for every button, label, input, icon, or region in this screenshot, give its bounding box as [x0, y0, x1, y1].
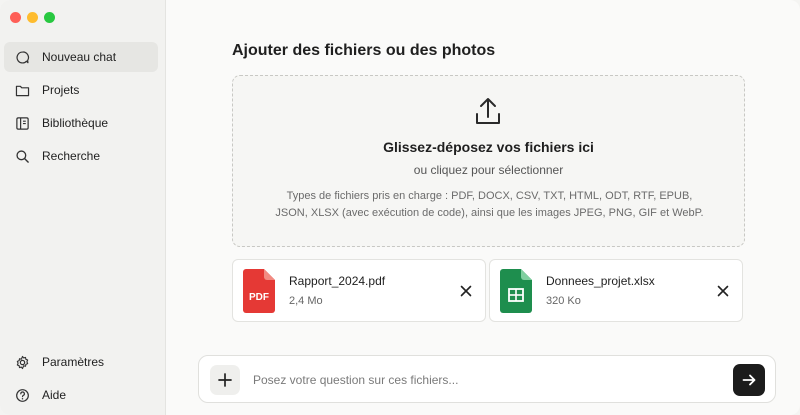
window-controls: [10, 12, 55, 23]
page-title: Ajouter des fichiers ou des photos: [232, 42, 496, 59]
sidebar-item-label: Recherche: [42, 149, 101, 163]
attached-file-card: Donnees_projet.xlsx 320 Ko: [489, 259, 743, 322]
file-name: Rapport_2024.pdf: [289, 274, 386, 288]
close-icon: [717, 285, 729, 297]
sidebar-item-help[interactable]: Aide: [4, 380, 158, 410]
upload-icon: [473, 96, 503, 128]
sidebar-item-settings[interactable]: Paramètres: [4, 347, 158, 377]
pdf-file-icon: PDF: [243, 269, 275, 313]
app-window: Nouveau chat Projets Bibliothèque Recher…: [0, 0, 800, 415]
sidebar: Nouveau chat Projets Bibliothèque Recher…: [0, 0, 166, 415]
remove-file-button[interactable]: [459, 284, 473, 298]
minimize-window-button[interactable]: [27, 12, 38, 23]
remove-file-button[interactable]: [716, 284, 730, 298]
plus-icon: [218, 373, 232, 387]
close-window-button[interactable]: [10, 12, 21, 23]
maximize-window-button[interactable]: [44, 12, 55, 23]
sidebar-item-label: Paramètres: [42, 355, 105, 369]
close-icon: [460, 285, 472, 297]
add-attachment-button[interactable]: [210, 365, 240, 395]
supported-types-line: Types de fichiers pris en charge : PDF, …: [286, 190, 693, 202]
supported-file-types: Types de fichiers pris en charge : PDF, …: [253, 188, 726, 222]
pdf-thumb-label: PDF: [249, 292, 269, 303]
help-icon: [14, 387, 30, 403]
sidebar-item-label: Nouveau chat: [42, 50, 117, 64]
dropzone-title: Glissez-déposez vos fichiers ici: [383, 139, 594, 155]
file-size: 2,4 Mo: [289, 295, 323, 307]
folder-icon: [14, 82, 30, 98]
send-button[interactable]: [733, 364, 765, 396]
gear-icon: [14, 354, 30, 370]
sidebar-item-label: Aide: [42, 388, 67, 402]
sidebar-item-label: Bibliothèque: [42, 116, 109, 130]
sidebar-item-new-chat[interactable]: Nouveau chat: [4, 42, 158, 72]
sidebar-nav: Nouveau chat Projets Bibliothèque Recher…: [4, 42, 158, 174]
search-icon: [14, 148, 30, 164]
message-composer: [198, 355, 776, 403]
new-chat-icon: [14, 49, 30, 65]
spreadsheet-file-icon: [500, 269, 532, 313]
sidebar-item-label: Projets: [42, 83, 80, 97]
dropzone-subtitle: ou cliquez pour sélectionner: [413, 163, 564, 177]
sidebar-item-search[interactable]: Recherche: [4, 141, 158, 171]
question-input[interactable]: [253, 370, 713, 390]
attached-file-card: PDF Rapport_2024.pdf 2,4 Mo: [232, 259, 486, 322]
file-name: Donnees_projet.xlsx: [546, 274, 655, 288]
sidebar-bottom-nav: Paramètres Aide: [4, 347, 158, 413]
sidebar-item-library[interactable]: Bibliothèque: [4, 108, 158, 138]
main-panel: Ajouter des fichiers ou des photos Gliss…: [166, 0, 800, 415]
arrow-right-icon: [742, 374, 756, 386]
supported-types-line: JSON, XLSX (avec exécution de code), ain…: [275, 207, 704, 219]
file-dropzone[interactable]: Glissez-déposez vos fichiers ici ou cliq…: [232, 75, 745, 247]
sidebar-item-projects[interactable]: Projets: [4, 75, 158, 105]
library-icon: [14, 115, 30, 131]
file-size: 320 Ko: [546, 295, 581, 307]
